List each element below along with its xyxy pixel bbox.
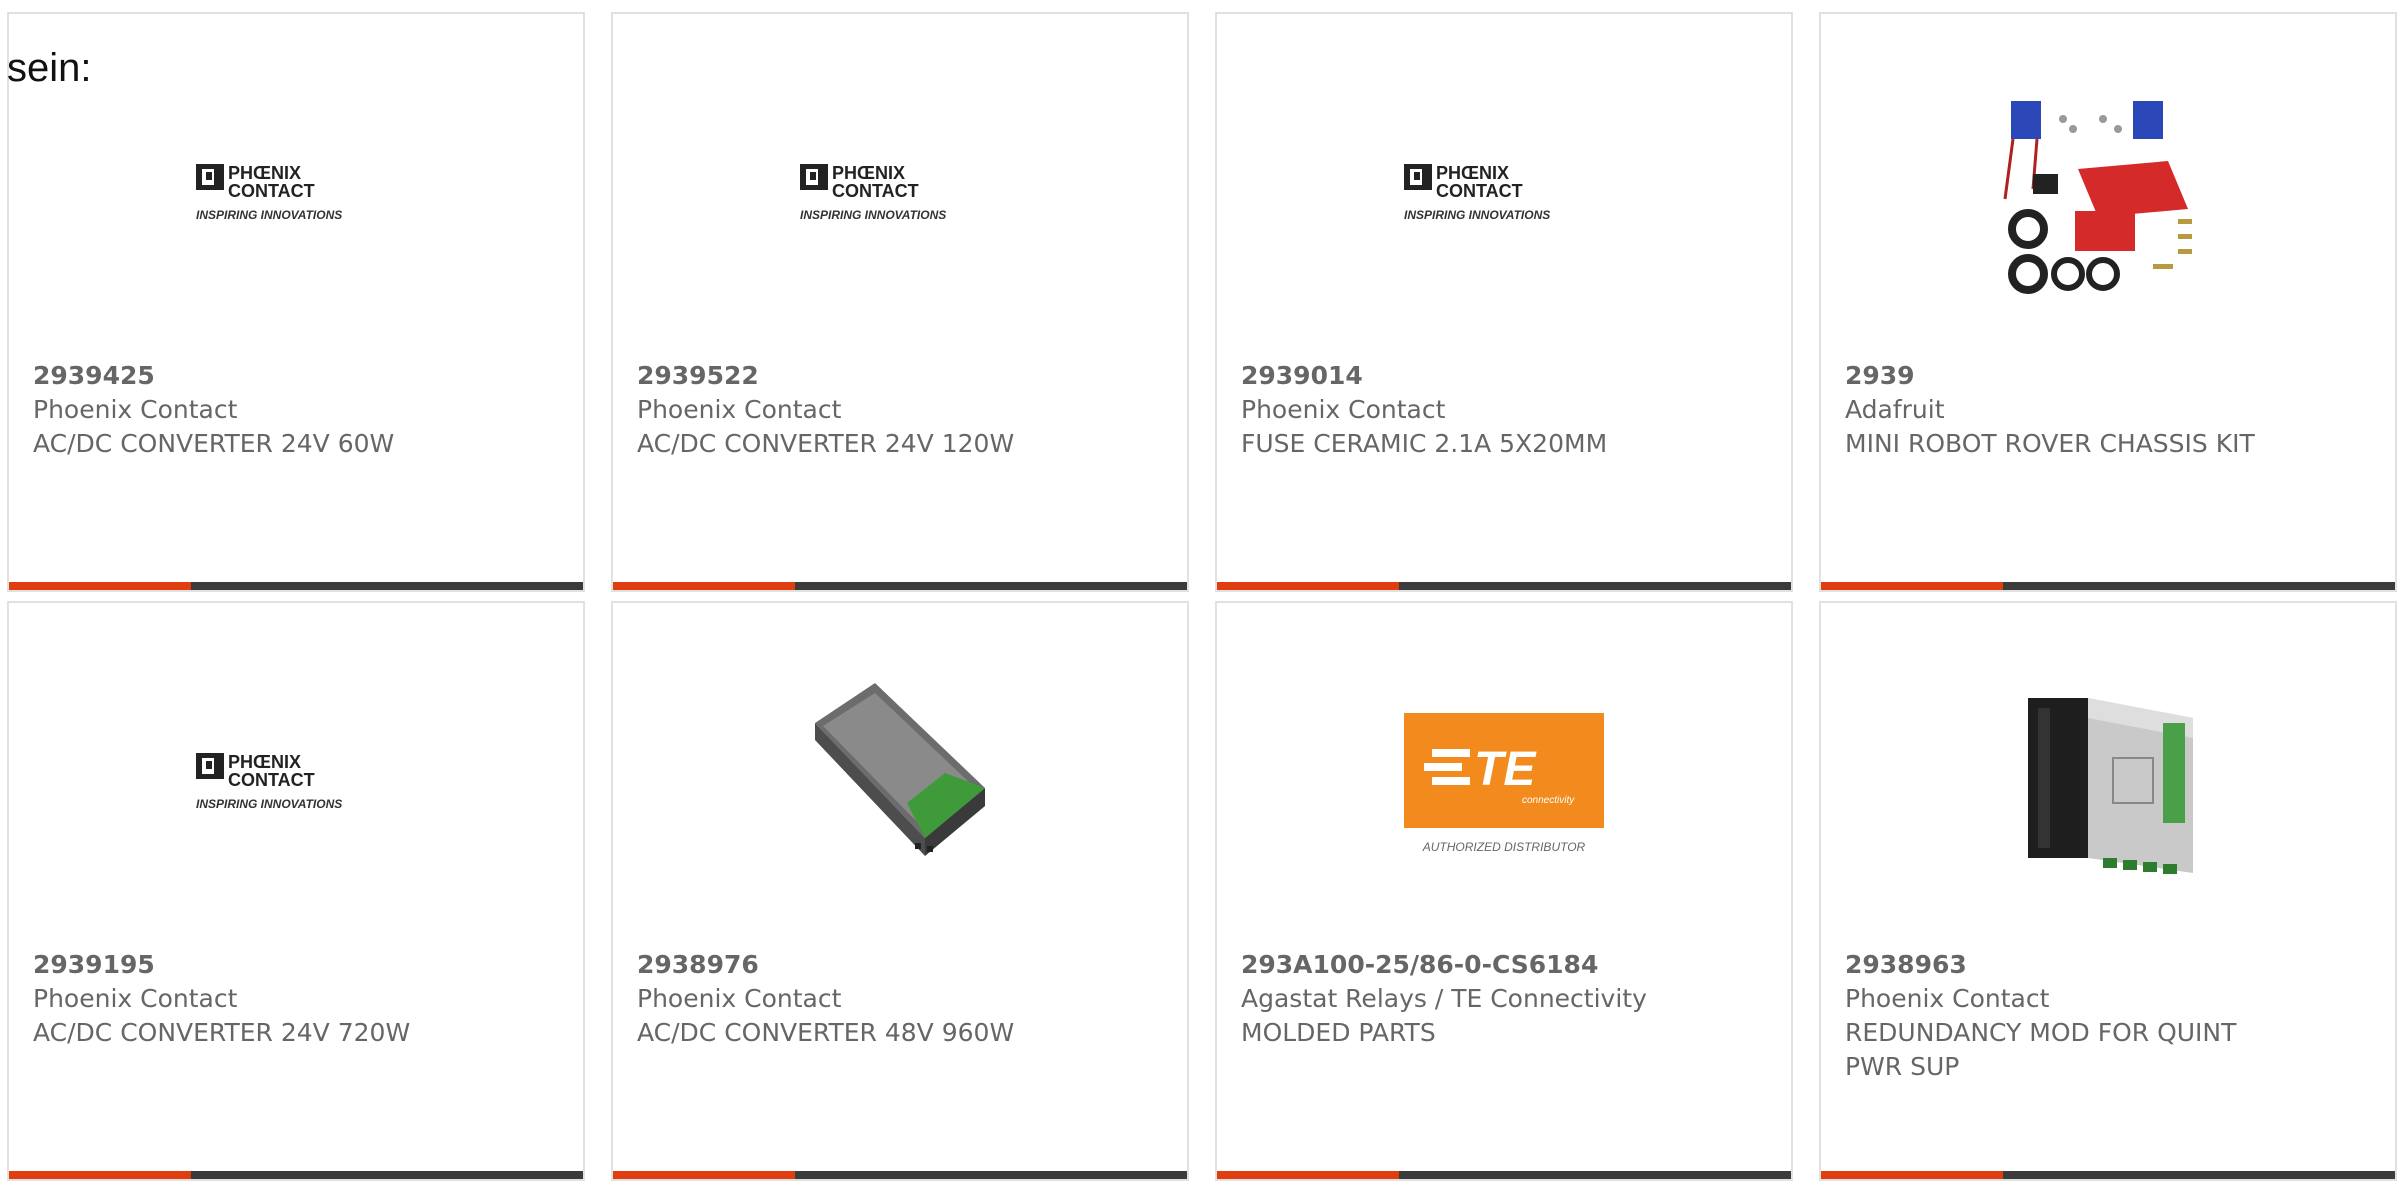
manufacturer: Agastat Relays / TE Connectivity — [1241, 984, 1647, 1013]
description: AC/DC CONVERTER 24V 60W — [33, 429, 395, 458]
robot-kit-photo — [2003, 101, 2192, 294]
card-accent-bar — [613, 582, 1187, 590]
svg-text:CONTACT: CONTACT — [228, 181, 315, 201]
part-number[interactable]: 2938976 — [637, 948, 1057, 982]
svg-text:PHŒNIX: PHŒNIX — [832, 163, 905, 183]
description: REDUNDANCY MOD FOR QUINT PWR SUP — [1845, 1018, 2237, 1081]
product-card-2939195[interactable]: PHŒNIX CONTACT INSPIRING INNOVATIONS 293… — [7, 601, 585, 1181]
svg-text:TE: TE — [1474, 743, 1537, 796]
manufacturer: Phoenix Contact — [637, 395, 842, 424]
manufacturer: Phoenix Contact — [33, 395, 238, 424]
part-number[interactable]: 2938963 — [1845, 948, 2265, 982]
description: MINI ROBOT ROVER CHASSIS KIT — [1845, 429, 2255, 458]
product-image: TE connectivity AUTHORIZED DISTRIBUTOR — [1217, 673, 1791, 893]
intro-text: sein: — [7, 46, 92, 90]
manufacturer: Phoenix Contact — [637, 984, 842, 1013]
product-image: PHŒNIX CONTACT INSPIRING INNOVATIONS — [9, 673, 583, 893]
description: AC/DC CONVERTER 24V 120W — [637, 429, 1015, 458]
product-image — [613, 673, 1187, 893]
svg-text:PHŒNIX: PHŒNIX — [228, 163, 301, 183]
manufacturer: Phoenix Contact — [1845, 984, 2050, 1013]
svg-text:PHŒNIX: PHŒNIX — [228, 752, 301, 772]
svg-text:INSPIRING INNOVATIONS: INSPIRING INNOVATIONS — [1404, 208, 1550, 222]
manufacturer: Phoenix Contact — [1241, 395, 1446, 424]
redundancy-module-photo — [2028, 698, 2193, 874]
phoenix-contact-logo: PHŒNIX CONTACT INSPIRING INNOVATIONS — [195, 163, 342, 222]
product-image — [1821, 673, 2395, 893]
part-number[interactable]: 2939195 — [33, 948, 453, 982]
manufacturer: Phoenix Contact — [33, 984, 238, 1013]
phoenix-contact-logo: PHŒNIX CONTACT INSPIRING INNOVATIONS — [195, 752, 342, 811]
product-image: PHŒNIX CONTACT INSPIRING INNOVATIONS — [9, 84, 583, 304]
card-accent-bar — [1821, 1171, 2395, 1179]
part-number[interactable]: 293A100-25/86-0-CS6184 — [1241, 948, 1661, 982]
product-card-2938963[interactable]: 2938963 Phoenix Contact REDUNDANCY MOD F… — [1819, 601, 2397, 1181]
svg-text:connectivity: connectivity — [1522, 795, 1575, 806]
card-accent-bar — [9, 582, 583, 590]
description: AC/DC CONVERTER 24V 720W — [33, 1018, 411, 1047]
phoenix-contact-logo: PHŒNIX CONTACT INSPIRING INNOVATIONS — [1403, 163, 1550, 222]
manufacturer: Adafruit — [1845, 395, 1945, 424]
description: MOLDED PARTS — [1241, 1018, 1436, 1047]
phoenix-contact-logo: PHŒNIX CONTACT INSPIRING INNOVATIONS — [799, 163, 946, 222]
te-connectivity-logo: TE connectivity AUTHORIZED DISTRIBUTOR — [1404, 713, 1604, 854]
product-image: PHŒNIX CONTACT INSPIRING INNOVATIONS — [1217, 84, 1791, 304]
product-card-293A100-25-86-0-CS6184[interactable]: TE connectivity AUTHORIZED DISTRIBUTOR 2… — [1215, 601, 1793, 1181]
card-accent-bar — [1217, 582, 1791, 590]
card-accent-bar — [613, 1171, 1187, 1179]
part-number[interactable]: 2939014 — [1241, 359, 1661, 393]
product-image: PHŒNIX CONTACT INSPIRING INNOVATIONS — [613, 84, 1187, 304]
product-card-2939425[interactable]: PHŒNIX CONTACT INSPIRING INNOVATIONS 293… — [7, 12, 585, 592]
card-accent-bar — [1821, 582, 2395, 590]
part-number[interactable]: 2939425 — [33, 359, 453, 393]
svg-text:CONTACT: CONTACT — [228, 770, 315, 790]
description: AC/DC CONVERTER 48V 960W — [637, 1018, 1015, 1047]
card-accent-bar — [1217, 1171, 1791, 1179]
product-card-2938976[interactable]: 2938976 Phoenix Contact AC/DC CONVERTER … — [611, 601, 1189, 1181]
svg-text:INSPIRING INNOVATIONS: INSPIRING INNOVATIONS — [800, 208, 946, 222]
part-number[interactable]: 2939 — [1845, 359, 2265, 393]
part-number[interactable]: 2939522 — [637, 359, 1057, 393]
product-card-2939522[interactable]: PHŒNIX CONTACT INSPIRING INNOVATIONS 293… — [611, 12, 1189, 592]
svg-text:AUTHORIZED DISTRIBUTOR: AUTHORIZED DISTRIBUTOR — [1422, 840, 1586, 854]
svg-text:PHŒNIX: PHŒNIX — [1436, 163, 1509, 183]
product-card-2939[interactable]: 2939 Adafruit MINI ROBOT ROVER CHASSIS K… — [1819, 12, 2397, 592]
description: FUSE CERAMIC 2.1A 5X20MM — [1241, 429, 1608, 458]
card-accent-bar — [9, 1171, 583, 1179]
product-card-2939014[interactable]: PHŒNIX CONTACT INSPIRING INNOVATIONS 293… — [1215, 12, 1793, 592]
svg-text:INSPIRING INNOVATIONS: INSPIRING INNOVATIONS — [196, 208, 342, 222]
product-image — [1821, 84, 2395, 304]
converter-module-photo — [815, 683, 985, 856]
svg-text:CONTACT: CONTACT — [832, 181, 919, 201]
svg-text:INSPIRING INNOVATIONS: INSPIRING INNOVATIONS — [196, 797, 342, 811]
svg-text:CONTACT: CONTACT — [1436, 181, 1523, 201]
